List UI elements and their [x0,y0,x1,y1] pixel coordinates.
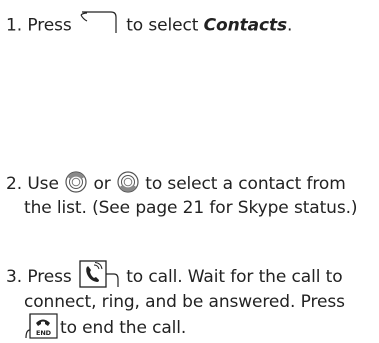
step-text: . [287,15,293,36]
step-text: to call. Wait for the call to [126,267,343,287]
step-text: to select [126,15,199,36]
step-text-line: connect, ring, and be answered. Press [24,292,345,312]
step-text: Use [27,174,59,194]
step-text: or [93,174,111,194]
step-text: Press [27,15,72,36]
step-number: 2. [6,174,23,194]
step-text: to select a contact from [145,174,346,194]
nav-up-icon [65,171,87,193]
step-text: to end the call. [60,317,187,338]
step-3: 3. Press to call. Wait for the call to c… [6,260,376,341]
step-text: Press [27,267,72,287]
nav-down-icon [117,171,139,193]
softkey-icon [80,10,118,35]
end-key-icon: END [24,312,58,339]
step-2: 2. Use or to select a contact from the l… [6,171,376,220]
talk-key-icon [79,260,119,288]
contacts-label: Contacts [203,15,288,36]
step-text-line: END to end the call. [6,312,376,341]
step-1: 1. Press to select Contacts. [6,10,376,38]
step-number: 1. [6,15,23,36]
step-text-line: the list. (See page 21 for Skype status.… [24,197,358,218]
step-number: 3. [6,267,23,287]
end-key-label: END [36,329,52,337]
